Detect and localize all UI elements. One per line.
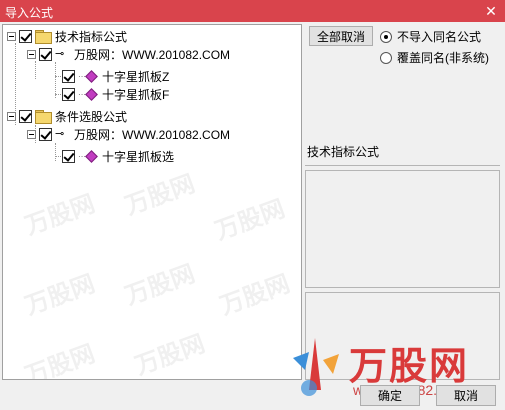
collapse-icon[interactable] [27, 129, 36, 139]
radio-skip-duplicates[interactable]: 不导入同名公式 [380, 28, 481, 45]
collapse-icon[interactable] [27, 49, 36, 59]
tree-item[interactable]: ⋯ 十字星抓板选 [62, 147, 174, 165]
formula-icon [85, 69, 98, 83]
watermark: 万股网 [211, 195, 289, 246]
group-label: 条件选股公式 [55, 109, 128, 124]
watermark: 万股网 [216, 270, 294, 321]
formula-type-label: 技术指标公式 [307, 145, 380, 159]
subgroup-checkbox[interactable] [39, 127, 52, 141]
tree-group[interactable]: 条件选股公式 [7, 107, 127, 125]
subgroup-checkbox[interactable] [39, 47, 52, 61]
watermark: 万股网 [121, 170, 199, 221]
watermark: 万股网 [21, 270, 99, 321]
radio-overwrite-label: 覆盖同名(非系统) [397, 51, 489, 65]
item-checkbox[interactable] [62, 149, 75, 163]
group-checkbox[interactable] [19, 29, 32, 43]
key-icon: ⊸ [55, 128, 65, 140]
window-title: 导入公式 [5, 6, 54, 20]
item-checkbox[interactable] [62, 69, 75, 83]
group-label: 技术指标公式 [55, 29, 128, 44]
radio-unselected-icon[interactable] [380, 51, 392, 64]
watermark: 万股网 [21, 190, 99, 241]
leaf-connector-icon: ⋯ [78, 71, 86, 81]
formula-preview-panel [305, 292, 500, 380]
collapse-icon[interactable] [7, 111, 16, 121]
item-label: 十字星抓板选 [102, 149, 175, 164]
radio-overwrite-duplicates[interactable]: 覆盖同名(非系统) [380, 49, 489, 66]
tree-connector [35, 61, 36, 79]
ok-button[interactable]: 确定 [360, 385, 420, 406]
tree-group[interactable]: 技术指标公式 [7, 27, 127, 45]
key-icon: ⊸ [55, 48, 65, 60]
formula-description-panel [305, 170, 500, 288]
folder-icon [35, 30, 52, 44]
item-label: 十字星抓板F [102, 87, 170, 102]
divider [305, 165, 500, 169]
folder-icon [35, 110, 52, 124]
formula-icon [85, 87, 98, 101]
item-checkbox[interactable] [62, 87, 75, 101]
close-icon[interactable]: ✕ [481, 1, 501, 21]
footer [0, 381, 505, 410]
cancel-button[interactable]: 取消 [436, 385, 496, 406]
radio-selected-icon[interactable] [380, 30, 392, 43]
leaf-connector-icon: ⋯ [78, 89, 86, 99]
cancel-all-button[interactable]: 全部取消 [309, 26, 373, 46]
tree-connector [55, 62, 56, 98]
subgroup-label: 万股网：WWW.201082.COM [74, 127, 231, 142]
subgroup-label: 万股网：WWW.201082.COM [74, 47, 231, 62]
tree-subgroup[interactable]: ⊸ 万股网：WWW.201082.COM [27, 125, 230, 143]
group-checkbox[interactable] [19, 109, 32, 123]
watermark: 万股网 [21, 340, 99, 380]
collapse-icon[interactable] [7, 31, 16, 41]
radio-skip-label: 不导入同名公式 [397, 30, 482, 44]
formula-icon [85, 149, 98, 163]
watermark: 万股网 [121, 260, 199, 311]
tree-connector [55, 143, 56, 161]
leaf-connector-icon: ⋯ [78, 151, 86, 161]
item-label: 十字星抓板Z [102, 69, 170, 84]
title-bar: 导入公式 ✕ [0, 0, 505, 22]
tree-item[interactable]: ⋯ 十字星抓板F [62, 85, 169, 103]
formula-tree[interactable]: 技术指标公式 ⊸ 万股网：WWW.201082.COM ⋯ 十字星抓板Z ⋯ 十… [2, 24, 302, 380]
tree-item[interactable]: ⋯ 十字星抓板Z [62, 67, 169, 85]
tree-subgroup[interactable]: ⊸ 万股网：WWW.201082.COM [27, 45, 230, 63]
watermark: 万股网 [131, 330, 209, 380]
